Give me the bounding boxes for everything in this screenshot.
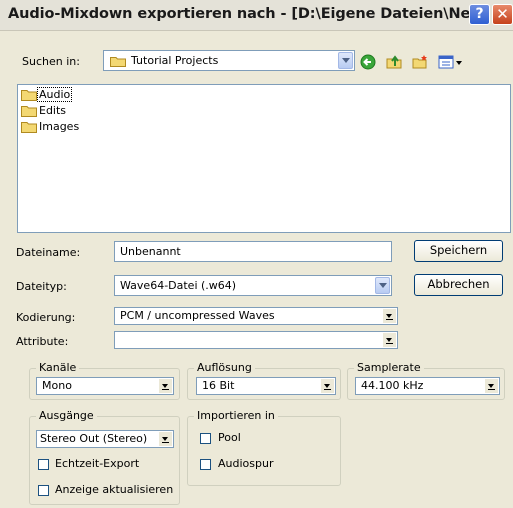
realtime-export-label: Echtzeit-Export xyxy=(55,457,140,470)
filetype-value: Wave64-Datei (.w64) xyxy=(120,279,237,292)
channels-select[interactable]: Mono xyxy=(36,377,174,395)
resolution-legend: Auflösung xyxy=(194,361,255,374)
chevron-down-icon[interactable] xyxy=(382,309,396,323)
encoding-label: Kodierung: xyxy=(16,311,76,324)
outputs-legend: Ausgänge xyxy=(36,409,97,422)
folder-icon xyxy=(21,90,37,101)
save-button[interactable]: Speichern xyxy=(414,240,503,262)
chevron-down-icon[interactable] xyxy=(484,379,498,393)
filename-label: Dateiname: xyxy=(16,246,81,259)
file-name: Images xyxy=(39,120,80,133)
pool-checkbox[interactable] xyxy=(200,433,211,444)
filename-input[interactable]: Unbenannt xyxy=(114,241,392,262)
channels-value: Mono xyxy=(42,379,72,392)
export-dialog: Audio-Mixdown exportieren nach - [D:\Eig… xyxy=(0,0,513,508)
encoding-value: PCM / uncompressed Waves xyxy=(120,309,275,322)
lookin-value: Tutorial Projects xyxy=(131,54,219,67)
resolution-select[interactable]: 16 Bit xyxy=(196,377,336,395)
outputs-group: Ausgänge Stereo Out (Stereo) Echtzeit-Ex… xyxy=(29,409,180,505)
back-icon[interactable] xyxy=(360,54,376,70)
realtime-export-checkbox[interactable] xyxy=(38,459,49,470)
file-name: Edits xyxy=(39,104,67,117)
lookin-label: Suchen in: xyxy=(22,55,80,68)
folder-icon xyxy=(21,106,37,117)
outputs-select[interactable]: Stereo Out (Stereo) xyxy=(36,430,174,448)
filetype-combo[interactable]: Wave64-Datei (.w64) xyxy=(114,275,392,296)
resolution-group: Auflösung 16 Bit xyxy=(187,361,341,400)
file-name: Audio xyxy=(36,87,73,102)
audio-track-label: Audiospur xyxy=(218,457,274,470)
view-menu-icon[interactable] xyxy=(438,54,464,70)
samplerate-value: 44.100 kHz xyxy=(361,379,424,392)
audio-track-checkbox[interactable] xyxy=(200,459,211,470)
import-group: Importieren in Pool Audiospur xyxy=(187,409,341,486)
lookin-combo[interactable]: Tutorial Projects xyxy=(103,50,355,71)
attributes-label: Attribute: xyxy=(16,335,69,348)
outputs-value: Stereo Out (Stereo) xyxy=(40,432,148,445)
import-legend: Importieren in xyxy=(194,409,278,422)
window-title: Audio-Mixdown exportieren nach - [D:\Eig… xyxy=(8,6,487,22)
samplerate-select[interactable]: 44.100 kHz xyxy=(355,377,500,395)
channels-legend: Kanäle xyxy=(36,361,80,374)
samplerate-group: Samplerate 44.100 kHz xyxy=(347,361,505,400)
chevron-down-icon[interactable] xyxy=(158,379,172,393)
chevron-down-icon[interactable] xyxy=(382,333,396,347)
encoding-select[interactable]: PCM / uncompressed Waves xyxy=(114,307,398,325)
chevron-down-icon[interactable] xyxy=(320,379,334,393)
attributes-select[interactable] xyxy=(114,331,398,349)
chevron-down-icon[interactable] xyxy=(338,52,353,69)
pool-label: Pool xyxy=(218,431,241,444)
channels-group: Kanäle Mono xyxy=(29,361,180,400)
cancel-button[interactable]: Abbrechen xyxy=(414,274,503,296)
filetype-label: Dateityp: xyxy=(16,280,67,293)
update-display-checkbox[interactable] xyxy=(38,485,49,496)
resolution-value: 16 Bit xyxy=(202,379,235,392)
title-bar[interactable]: Audio-Mixdown exportieren nach - [D:\Eig… xyxy=(0,0,513,31)
chevron-down-icon[interactable] xyxy=(375,277,390,294)
filename-value: Unbenannt xyxy=(120,245,181,258)
update-display-label: Anzeige aktualisieren xyxy=(55,483,174,496)
help-button[interactable]: ? xyxy=(469,4,490,25)
up-folder-icon[interactable] xyxy=(386,54,402,70)
close-button[interactable]: ✕ xyxy=(492,4,513,25)
chevron-down-icon[interactable] xyxy=(158,432,172,446)
samplerate-legend: Samplerate xyxy=(354,361,424,374)
folder-icon xyxy=(110,57,126,67)
file-list[interactable]: Audio Edits Images xyxy=(17,84,511,233)
folder-icon xyxy=(21,122,37,133)
new-folder-icon[interactable] xyxy=(412,54,428,70)
